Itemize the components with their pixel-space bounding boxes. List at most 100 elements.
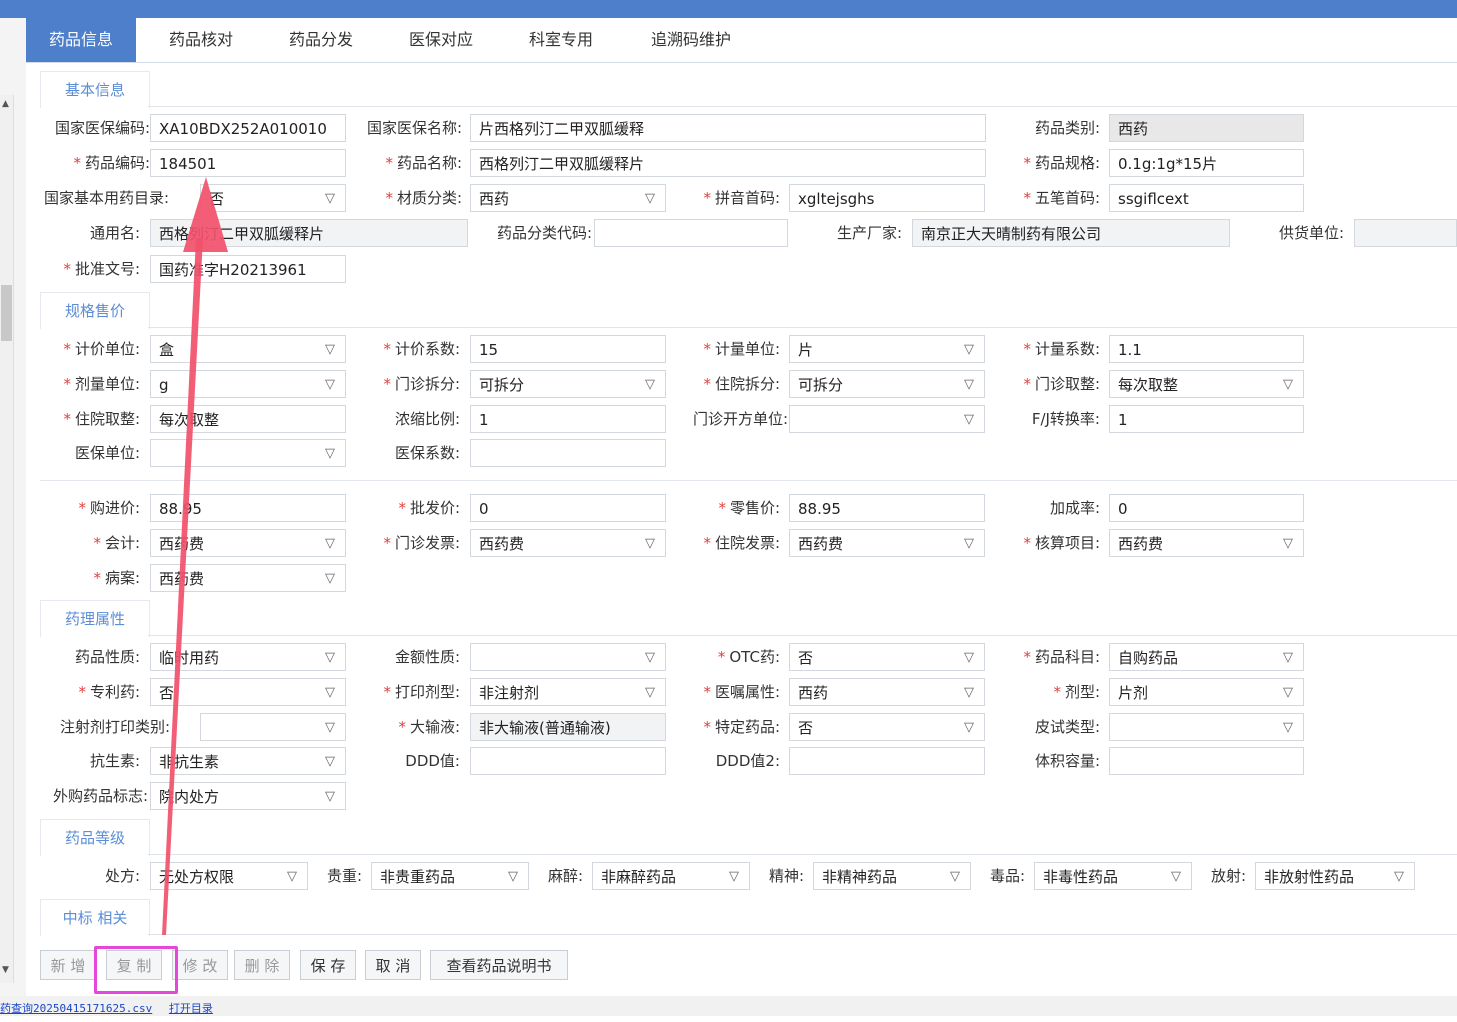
dose-unit-select[interactable]: g ▽ bbox=[150, 370, 346, 398]
infusion-field[interactable]: 非大输液(普通输液) bbox=[470, 713, 666, 741]
national-name-field[interactable]: 片西格列汀二甲双胍缓释 bbox=[470, 114, 986, 142]
price-unit-select[interactable]: 盒 ▽ bbox=[150, 335, 346, 363]
otc-select[interactable]: 否 ▽ bbox=[789, 643, 985, 671]
drug-code-field[interactable]: 184501 bbox=[150, 149, 346, 177]
order-attr-select[interactable]: 西药 ▽ bbox=[789, 678, 985, 706]
ins-coef-field[interactable] bbox=[470, 439, 666, 467]
class-code-field[interactable] bbox=[594, 219, 788, 247]
meas-coef-field[interactable]: 1.1 bbox=[1109, 335, 1304, 363]
antibiotic-select[interactable]: 非抗生素 ▽ bbox=[150, 747, 346, 775]
buy-price-field[interactable]: 88.95 bbox=[150, 494, 346, 522]
label-approval-no: * 批准文号: bbox=[63, 260, 140, 278]
ddd-field[interactable] bbox=[470, 747, 666, 775]
section-title: 基本信息 bbox=[40, 71, 150, 108]
anesthetic-select[interactable]: 非麻醉药品 ▽ bbox=[592, 862, 750, 890]
meas-unit-select[interactable]: 片 ▽ bbox=[789, 335, 985, 363]
approval-no-field[interactable]: 国药准字H20213961 bbox=[150, 255, 346, 283]
wubi-field[interactable]: ssgiflcext bbox=[1109, 184, 1304, 212]
psychotropic-select[interactable]: 非精神药品 ▽ bbox=[813, 862, 971, 890]
label-case: * 病案: bbox=[93, 569, 140, 587]
chevron-down-icon: ▽ bbox=[508, 869, 518, 884]
ip-round-field[interactable]: 每次取整 bbox=[150, 405, 346, 433]
label-otc: * OTC药: bbox=[717, 648, 780, 666]
label-ip-invoice: * 住院发票: bbox=[703, 534, 780, 552]
tab-dept-only[interactable]: 科室专用 bbox=[506, 18, 616, 62]
wholesale-field[interactable]: 0 bbox=[470, 494, 666, 522]
save-button[interactable]: 保 存 bbox=[300, 950, 356, 980]
export-file-link[interactable]: 药查询20250415171625.csv bbox=[0, 1002, 152, 1015]
supplier-field[interactable] bbox=[1354, 219, 1457, 247]
section-spec-price: 规格售价 bbox=[40, 292, 1457, 329]
pinyin-field[interactable]: xgltejsghs bbox=[789, 184, 985, 212]
category-field[interactable]: 西药 bbox=[1109, 114, 1304, 142]
tab-drug-distribute[interactable]: 药品分发 bbox=[266, 18, 376, 62]
tab-drug-check[interactable]: 药品核对 bbox=[146, 18, 256, 62]
rx-select[interactable]: 无处方权限 ▽ bbox=[150, 862, 308, 890]
skin-test-select[interactable]: ▽ bbox=[1109, 713, 1304, 741]
label-buy-price: * 购进价: bbox=[78, 499, 140, 517]
vertical-scrollbar[interactable]: ▲ ▼ bbox=[0, 95, 14, 983]
retail-field[interactable]: 88.95 bbox=[789, 494, 985, 522]
label-rx: 处方: bbox=[104, 867, 140, 885]
edit-button[interactable]: 修 改 bbox=[172, 950, 228, 980]
ip-split-select[interactable]: 可拆分 ▽ bbox=[789, 370, 985, 398]
ddd2-field[interactable] bbox=[789, 747, 985, 775]
op-invoice-select[interactable]: 西药费 ▽ bbox=[470, 529, 666, 557]
chevron-down-icon: ▽ bbox=[964, 536, 974, 551]
scroll-down-icon[interactable]: ▼ bbox=[2, 965, 9, 975]
drug-name-field[interactable]: 西格列汀二甲双胍缓释片 bbox=[470, 149, 986, 177]
generic-name-field[interactable]: 西格列汀二甲双胍缓释片 bbox=[150, 219, 468, 247]
tab-trace-code[interactable]: 追溯码维护 bbox=[626, 18, 756, 62]
label-nature: 药品性质: bbox=[74, 648, 140, 666]
essential-catalog-select[interactable]: 否 ▽ bbox=[200, 184, 346, 212]
toxic-select[interactable]: 非毒性药品 ▽ bbox=[1034, 862, 1192, 890]
label-order-attr: * 医嘱属性: bbox=[703, 683, 780, 701]
scroll-up-icon[interactable]: ▲ bbox=[2, 99, 9, 109]
cancel-button[interactable]: 取 消 bbox=[365, 950, 421, 980]
label-meas-coef: * 计量系数: bbox=[1023, 340, 1100, 358]
fj-rate-field[interactable]: 1 bbox=[1109, 405, 1304, 433]
ratio-field[interactable]: 1 bbox=[470, 405, 666, 433]
ins-unit-select[interactable]: ▽ bbox=[150, 439, 346, 467]
precious-select[interactable]: 非贵重药品 ▽ bbox=[371, 862, 529, 890]
external-flag-select[interactable]: 院内处方 ▽ bbox=[150, 782, 346, 810]
case-select[interactable]: 西药费 ▽ bbox=[150, 564, 346, 592]
view-manual-button[interactable]: 查看药品说明书 bbox=[430, 950, 568, 980]
markup-field[interactable]: 0 bbox=[1109, 494, 1304, 522]
print-form-select[interactable]: 非注射剂 ▽ bbox=[470, 678, 666, 706]
label-ins-coef: 医保系数: bbox=[394, 444, 460, 462]
radioactive-select[interactable]: 非放射性药品 ▽ bbox=[1255, 862, 1415, 890]
patent-select[interactable]: 否 ▽ bbox=[150, 678, 346, 706]
label-wholesale: * 批发价: bbox=[398, 499, 460, 517]
ip-invoice-select[interactable]: 西药费 ▽ bbox=[789, 529, 985, 557]
dosage-form-select[interactable]: 片剂 ▽ bbox=[1109, 678, 1304, 706]
section-title: 药理属性 bbox=[40, 600, 150, 637]
price-coef-field[interactable]: 15 bbox=[470, 335, 666, 363]
calc-item-select[interactable]: 西药费 ▽ bbox=[1109, 529, 1304, 557]
nature-select[interactable]: 临时用药 ▽ bbox=[150, 643, 346, 671]
subject-select[interactable]: 自购药品 ▽ bbox=[1109, 643, 1304, 671]
special-drug-select[interactable]: 否 ▽ bbox=[789, 713, 985, 741]
injection-print-select[interactable]: ▽ bbox=[200, 713, 346, 741]
op-round-select[interactable]: 每次取整 ▽ bbox=[1109, 370, 1304, 398]
material-select[interactable]: 西药 ▽ bbox=[470, 184, 666, 212]
chevron-down-icon: ▽ bbox=[1283, 377, 1293, 392]
volume-field[interactable] bbox=[1109, 747, 1304, 775]
chevron-down-icon: ▽ bbox=[325, 536, 335, 551]
label-volume: 体积容量: bbox=[1034, 752, 1100, 770]
op-split-select[interactable]: 可拆分 ▽ bbox=[470, 370, 666, 398]
scrollbar-thumb[interactable] bbox=[1, 285, 12, 341]
amount-nature-select[interactable]: ▽ bbox=[470, 643, 666, 671]
open-folder-link[interactable]: 打开目录 bbox=[169, 1002, 213, 1015]
tab-drug-info[interactable]: 药品信息 bbox=[26, 18, 136, 62]
add-button[interactable]: 新 增 bbox=[40, 950, 96, 980]
accounting-select[interactable]: 西药费 ▽ bbox=[150, 529, 346, 557]
tab-insurance-map[interactable]: 医保对应 bbox=[386, 18, 496, 62]
delete-button[interactable]: 删 除 bbox=[234, 950, 290, 980]
label-retail: * 零售价: bbox=[718, 499, 780, 517]
drug-spec-field[interactable]: 0.1g:1g*15片 bbox=[1109, 149, 1304, 177]
label-ddd2: DDD值2: bbox=[715, 752, 780, 770]
manufacturer-field[interactable]: 南京正大天晴制药有限公司 bbox=[912, 219, 1230, 247]
op-rx-unit-select[interactable]: ▽ bbox=[789, 405, 985, 433]
national-code-field[interactable]: XA10BDX252A010010 bbox=[150, 114, 346, 142]
